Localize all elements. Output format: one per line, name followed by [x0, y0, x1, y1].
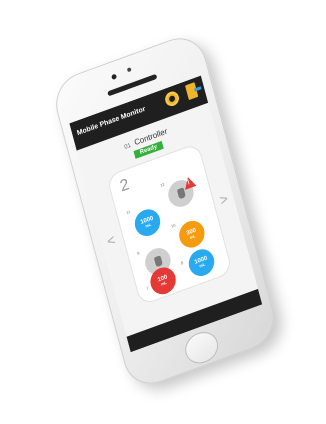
gear-icon[interactable] [163, 89, 181, 108]
bottle-slot-11[interactable]: 1000 mL [131, 205, 164, 240]
bottle-unit: mL [189, 233, 196, 241]
bottle-icon [153, 255, 163, 268]
bottle-slot-8[interactable]: 1000 mL [185, 245, 218, 280]
slot-number: 10 [170, 222, 177, 229]
bottle-panel: 2 11 1000 mL 12 9 10 [106, 142, 234, 306]
next-arrow[interactable]: > [218, 190, 230, 208]
slot-number: 8 [180, 259, 184, 266]
alert-icon [182, 175, 197, 190]
phone: Mobile Phase Monitor 01 Controller Ready… [49, 29, 281, 393]
phone-screen: Mobile Phase Monitor 01 Controller Ready… [69, 75, 263, 353]
bottle-unit: mL [198, 261, 206, 269]
slot-number: 12 [159, 181, 166, 189]
slot-number: 9 [136, 250, 140, 256]
panel-number: 2 [118, 176, 132, 196]
exit-icon[interactable] [185, 82, 199, 101]
stage: Mobile Phase Monitor 01 Controller Ready… [0, 0, 326, 424]
bottle-slot-10[interactable]: 300 mL [176, 217, 208, 252]
slot-number: 7 [145, 285, 150, 291]
bottle-unit: mL [160, 279, 168, 287]
controller-number: 01 [123, 142, 132, 151]
prev-arrow[interactable]: < [105, 231, 117, 249]
slot-number: 11 [125, 209, 131, 216]
bottle-unit: mL [144, 221, 152, 229]
